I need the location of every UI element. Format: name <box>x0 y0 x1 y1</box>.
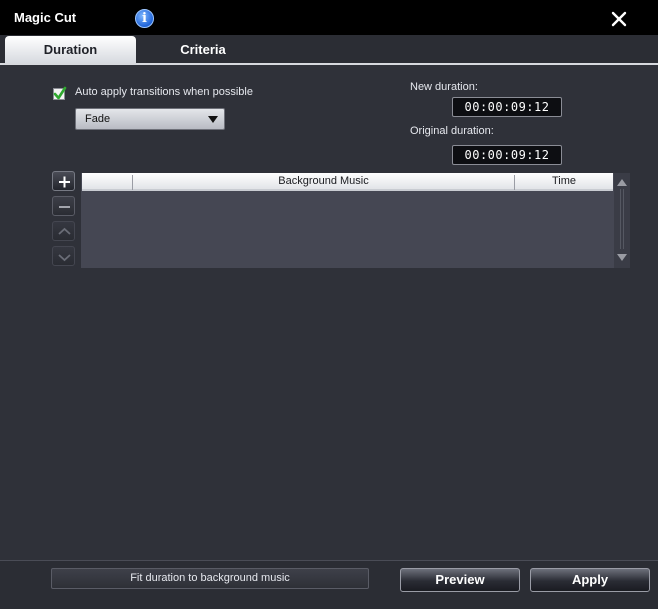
fit-duration-button[interactable]: Fit duration to background music <box>51 568 369 589</box>
window-title: Magic Cut <box>14 10 77 25</box>
info-icon[interactable]: i <box>135 9 154 28</box>
scroll-down-arrow-icon[interactable] <box>614 251 630 265</box>
tab-duration[interactable]: Duration <box>5 36 136 63</box>
footer-bar: Fit duration to background music Preview… <box>0 560 658 609</box>
title-bar: Magic Cut i <box>0 0 658 35</box>
original-duration-label: Original duration: <box>410 125 494 137</box>
new-duration-label: New duration: <box>410 81 478 93</box>
transition-select[interactable]: Fade <box>75 108 225 130</box>
transition-select-value: Fade <box>85 113 111 125</box>
duration-panel: Auto apply transitions when possible Fad… <box>0 67 658 560</box>
auto-apply-label[interactable]: Auto apply transitions when possible <box>75 86 253 98</box>
column-header-background-music[interactable]: Background Music <box>133 175 514 187</box>
chevron-up-icon <box>58 227 71 235</box>
background-music-list[interactable]: Background Music Time <box>81 173 630 268</box>
music-list-header: Background Music Time <box>82 173 613 191</box>
move-down-button[interactable] <box>52 246 75 266</box>
scroll-track[interactable] <box>620 189 624 249</box>
minus-icon <box>59 206 70 208</box>
new-duration-display: 00:00:09:12 <box>452 97 562 117</box>
scroll-up-arrow-icon[interactable] <box>614 175 630 189</box>
dropdown-arrow-icon <box>208 116 218 123</box>
remove-music-button[interactable] <box>52 196 75 216</box>
music-list-scrollbar[interactable] <box>614 173 630 268</box>
column-header-time[interactable]: Time <box>515 175 613 187</box>
close-icon[interactable] <box>608 8 630 30</box>
add-music-button[interactable] <box>52 171 75 191</box>
tab-criteria[interactable]: Criteria <box>138 36 268 63</box>
original-duration-display: 00:00:09:12 <box>452 145 562 165</box>
move-up-button[interactable] <box>52 221 75 241</box>
preview-button[interactable]: Preview <box>400 568 520 592</box>
checkmark-icon <box>53 86 67 100</box>
auto-apply-checkbox[interactable] <box>53 86 67 100</box>
plus-icon <box>59 176 70 188</box>
chevron-down-icon <box>58 254 71 262</box>
apply-button[interactable]: Apply <box>530 568 650 592</box>
tab-bar: Duration Criteria <box>0 35 658 65</box>
